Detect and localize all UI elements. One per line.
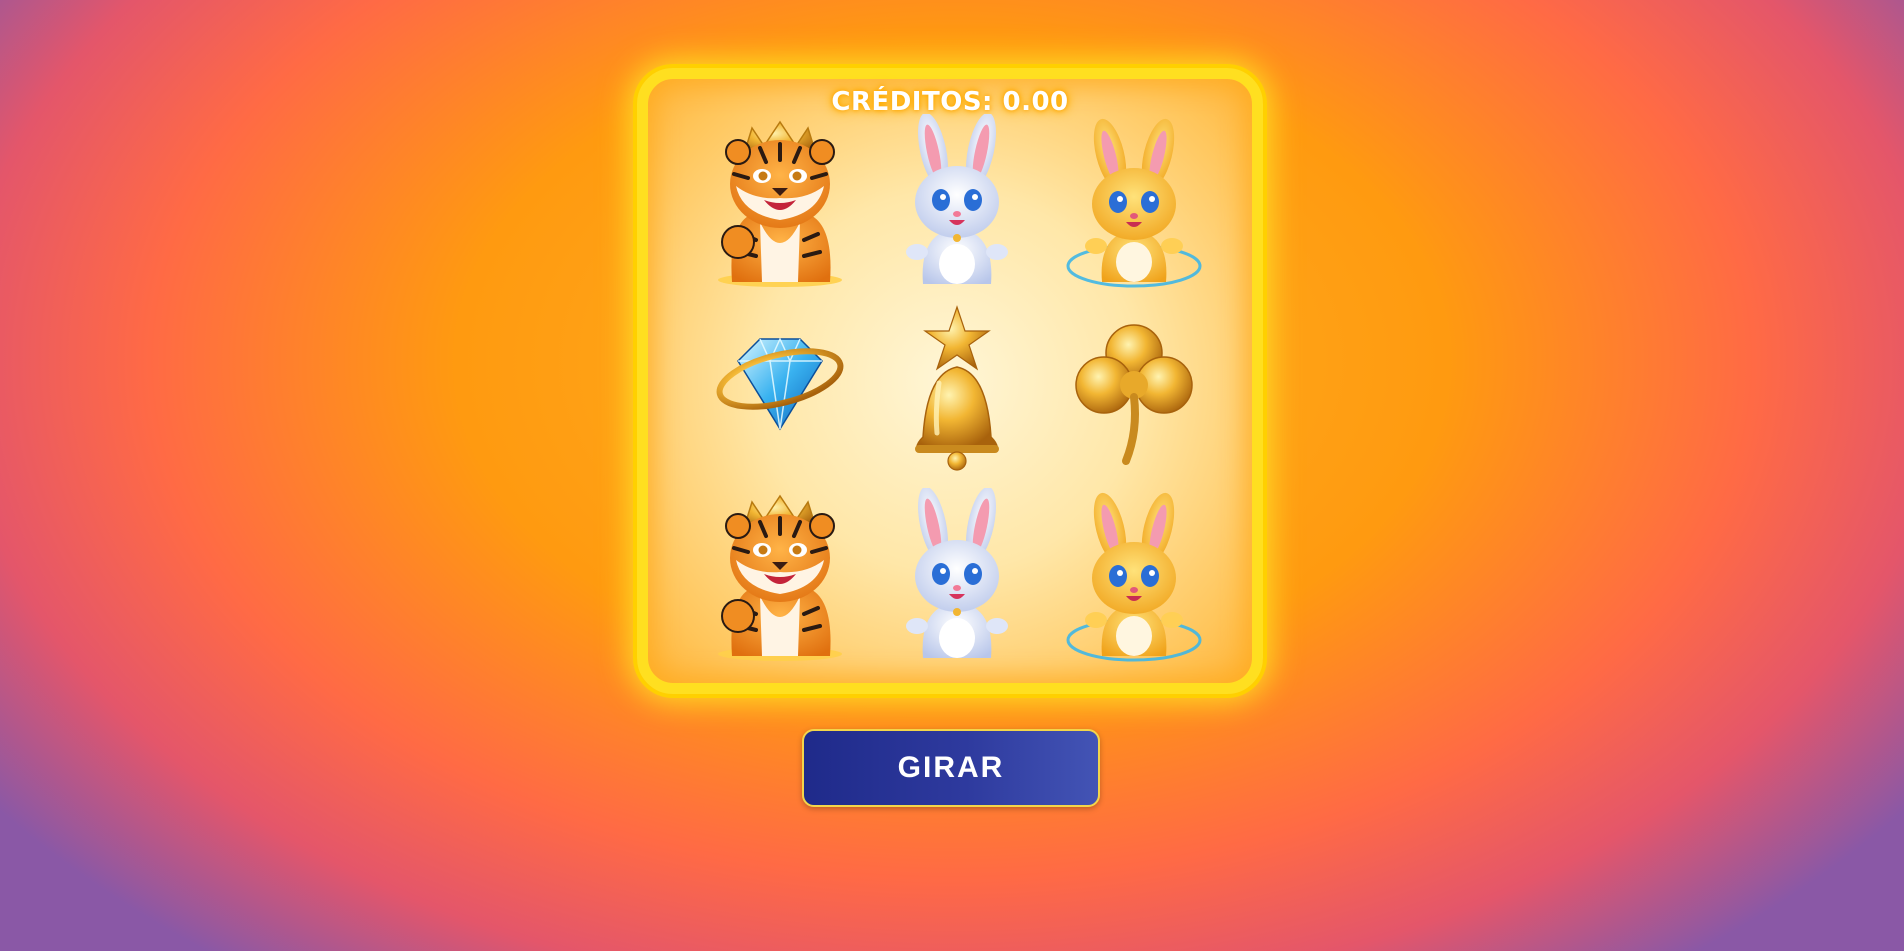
reel-cell [869,296,1046,483]
reel-cell [692,109,869,296]
bell-icon [879,301,1035,477]
reel-cell [1045,296,1222,483]
rabbit-icon [879,488,1035,664]
golden-rabbit-icon [1056,488,1212,664]
reel-cell [692,296,869,483]
spin-button[interactable]: GIRAR [802,729,1100,807]
reel-cell [1045,482,1222,669]
reel-cell [869,109,1046,296]
reel-cell [869,482,1046,669]
golden-rabbit-icon [1056,114,1212,290]
tiger-icon [702,488,858,664]
reel-cell [1045,109,1222,296]
diamond-icon [702,301,858,477]
tiger-icon [702,114,858,290]
clover-icon [1056,301,1212,477]
slot-machine: CRÉDITOS: 0.00 [637,68,1263,694]
rabbit-icon [879,114,1035,290]
reel-cell [692,482,869,669]
reel-grid [692,109,1222,669]
